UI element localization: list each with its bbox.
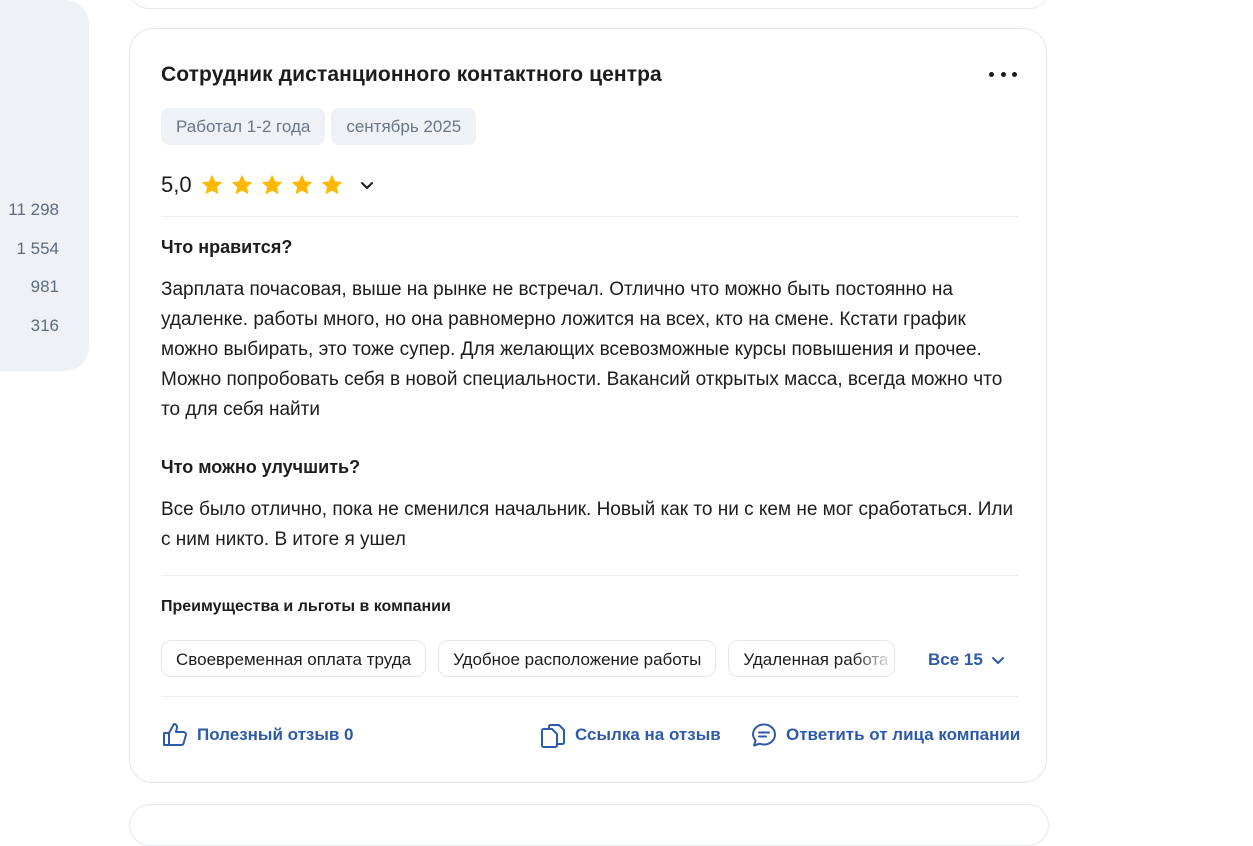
- divider: [161, 575, 1018, 576]
- copy-link-button[interactable]: Ссылка на отзыв: [539, 721, 721, 749]
- divider: [161, 216, 1018, 217]
- more-options-button[interactable]: [989, 65, 1017, 83]
- star-icon: [291, 174, 312, 195]
- copy-link-label: Ссылка на отзыв: [575, 725, 721, 744]
- pros-heading: Что нравится?: [161, 237, 293, 257]
- previous-review-card: [129, 0, 1049, 9]
- rating-value: 5,0: [161, 172, 192, 197]
- cons-text: Все было отлично, пока не сменился начал…: [161, 499, 1014, 550]
- copy-icon: [541, 724, 565, 748]
- pros-text: Зарплата почасовая, выше на рынке не вст…: [161, 279, 1003, 420]
- helpful-label: Полезный отзыв 0: [197, 725, 354, 744]
- benefits-heading: Преимущества и льготы в компании: [161, 598, 451, 615]
- dot-icon: [989, 71, 994, 77]
- reply-label: Ответить от лица компании: [786, 725, 1021, 744]
- star-icon: [231, 174, 252, 195]
- star-icon: [261, 174, 282, 195]
- dot-icon: [1012, 71, 1017, 77]
- benefit-chip: Своевременная оплата труда: [161, 640, 427, 677]
- next-review-card: [129, 804, 1049, 846]
- review-title: Сотрудник дистанционного контактного цен…: [161, 63, 662, 86]
- reply-as-company-button[interactable]: Ответить от лица компании: [750, 721, 1020, 749]
- chevron-down-icon[interactable]: [358, 176, 376, 194]
- rating-row: 5,0: [161, 172, 376, 198]
- review-tags: Работал 1-2 года сентябрь 2025: [161, 108, 477, 145]
- star-icon: [201, 174, 222, 195]
- chat-bubble-icon: [752, 723, 776, 747]
- divider: [161, 696, 1018, 697]
- cons-heading: Что можно улучшить?: [161, 457, 361, 477]
- review-card: Сотрудник дистанционного контактного цен…: [129, 28, 1047, 783]
- stat-count: 11 298: [8, 200, 59, 219]
- benefits-list: Своевременная оплата труда Удобное распо…: [161, 640, 896, 677]
- thumbs-up-icon: [163, 723, 187, 746]
- stats-counts: 11 298 1 554 981 316: [0, 196, 59, 350]
- stat-count: 1 554: [16, 238, 59, 258]
- rating-stars: [200, 173, 344, 197]
- chevron-down-icon: [991, 657, 1004, 664]
- show-all-benefits-button[interactable]: Все 15: [928, 650, 1007, 670]
- tag-review-date: сентябрь 2025: [331, 108, 477, 145]
- benefit-chip: Удобное расположение работы: [438, 640, 717, 677]
- benefit-chip: Удаленная работа: [728, 640, 896, 677]
- show-all-label: Все 15: [928, 650, 983, 669]
- helpful-review-button[interactable]: Полезный отзыв 0: [161, 721, 354, 749]
- tag-work-duration: Работал 1-2 года: [161, 108, 326, 145]
- star-icon: [321, 174, 342, 195]
- stat-count: 981: [30, 277, 59, 296]
- dot-icon: [1000, 71, 1006, 77]
- stat-count: 316: [30, 315, 59, 335]
